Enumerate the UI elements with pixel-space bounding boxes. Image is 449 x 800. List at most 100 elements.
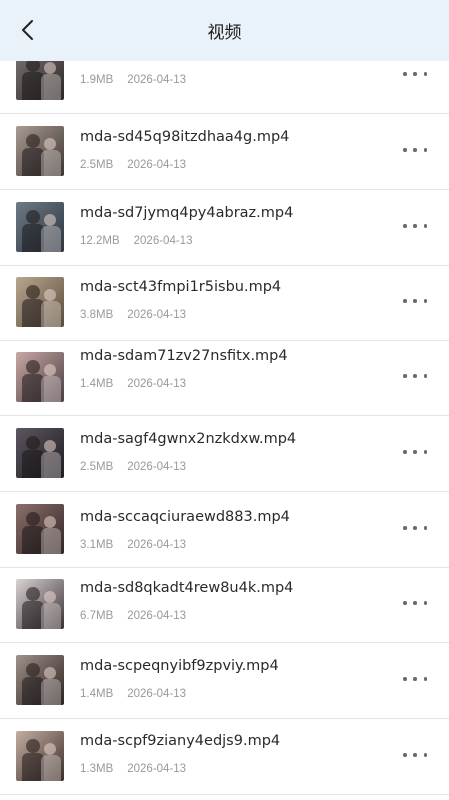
more-horizontal-icon [403, 753, 407, 757]
more-options-button[interactable] [403, 747, 427, 763]
file-size: 1.9MB [80, 74, 114, 86]
file-date: 2026-04-13 [127, 159, 187, 171]
more-horizontal-icon [403, 374, 407, 378]
more-horizontal-icon [413, 72, 417, 76]
more-horizontal-icon [423, 601, 427, 605]
file-meta: 1.4MB 2026-04-13 [80, 378, 186, 390]
file-row[interactable]: mda-scpeqnyibf9zpviy.mp4 1.4MB 2026-04-13 [0, 643, 449, 719]
file-size: 2.5MB [80, 461, 114, 473]
more-options-button[interactable] [403, 66, 427, 82]
file-meta: 1.3MB 2026-04-13 [80, 763, 186, 775]
more-options-button[interactable] [403, 595, 427, 611]
file-size: 1.3MB [80, 763, 114, 775]
file-size: 3.8MB [80, 309, 114, 321]
more-horizontal-icon [423, 753, 427, 757]
file-name: mda-sagf4gwnx2nzkdxw.mp4 [80, 431, 297, 447]
file-date: 2026-04-13 [127, 461, 187, 473]
video-thumbnail[interactable] [16, 202, 64, 252]
more-horizontal-icon [423, 299, 427, 303]
video-list-screen: mda-sd6fxttknug7ayfg.mp41.9MB2026-04-13m… [0, 0, 449, 800]
more-horizontal-icon [403, 148, 407, 152]
file-name: mda-sccaqciuraewd883.mp4 [80, 509, 290, 525]
more-options-button[interactable] [403, 142, 427, 158]
file-meta: 3.1MB 2026-04-13 [80, 539, 186, 551]
file-row[interactable]: mda-sd7jymq4py4abraz.mp4 12.2MB 2026-04-13 [0, 190, 449, 266]
more-horizontal-icon [413, 601, 417, 605]
more-horizontal-icon [423, 148, 427, 152]
file-row[interactable]: mda-sct43fmpi1r5isbu.mp4 3.8MB 2026-04-13 [0, 265, 449, 341]
file-size: 3.1MB [80, 539, 114, 551]
file-name: mda-sct43fmpi1r5isbu.mp4 [80, 279, 282, 295]
more-horizontal-icon [423, 526, 427, 530]
file-date: 2026-04-13 [127, 610, 187, 622]
file-row[interactable]: mda-sccaqciuraewd883.mp4 3.1MB 2026-04-13 [0, 492, 449, 568]
more-horizontal-icon [413, 753, 417, 757]
video-thumbnail[interactable] [16, 731, 64, 781]
file-row[interactable]: mda-sdam71zv27nsfitx.mp4 1.4MB 2026-04-13 [0, 340, 449, 416]
file-meta: 3.8MB 2026-04-13 [80, 309, 186, 321]
more-options-button[interactable] [403, 671, 427, 687]
video-thumbnail[interactable] [16, 126, 64, 176]
file-date: 2026-04-13 [127, 378, 187, 390]
more-horizontal-icon [423, 450, 427, 454]
file-date: 2026-04-13 [127, 309, 187, 321]
file-meta: 12.2MB 2026-04-13 [80, 235, 192, 247]
more-options-button[interactable] [403, 368, 427, 384]
more-horizontal-icon [413, 450, 417, 454]
more-options-button[interactable] [403, 293, 427, 309]
file-size: 1.4MB [80, 688, 114, 700]
file-meta: 1.4MB 2026-04-13 [80, 688, 186, 700]
file-meta: 2.5MB 2026-04-13 [80, 159, 186, 171]
file-name: mda-sd7jymq4py4abraz.mp4 [80, 205, 294, 221]
more-options-button[interactable] [403, 520, 427, 536]
file-name: mda-sd45q98itzdhaa4g.mp4 [80, 129, 290, 145]
more-horizontal-icon [423, 374, 427, 378]
video-thumbnail[interactable] [16, 352, 64, 402]
more-horizontal-icon [403, 224, 407, 228]
more-horizontal-icon [423, 72, 427, 76]
more-horizontal-icon [403, 299, 407, 303]
file-name: mda-scpf9ziany4edjs9.mp4 [80, 733, 281, 749]
file-date: 2026-04-13 [127, 74, 187, 86]
file-date: 2026-04-13 [127, 539, 187, 551]
file-size: 2.5MB [80, 159, 114, 171]
file-meta: 1.9MB 2026-04-13 [80, 74, 186, 86]
more-horizontal-icon [403, 677, 407, 681]
video-thumbnail[interactable] [16, 504, 64, 554]
more-horizontal-icon [403, 450, 407, 454]
video-thumbnail[interactable] [16, 428, 64, 478]
more-horizontal-icon [413, 677, 417, 681]
file-row[interactable]: mda-scpf9ziany4edjs9.mp4 1.3MB 2026-04-13 [0, 719, 449, 795]
more-horizontal-icon [403, 601, 407, 605]
top-nav-bar: 视频 [0, 0, 449, 61]
more-options-button[interactable] [403, 444, 427, 460]
file-row[interactable]: mda-sd45q98itzdhaa4g.mp4 2.5MB 2026-04-13 [0, 114, 449, 190]
more-horizontal-icon [413, 374, 417, 378]
file-date: 2026-04-13 [127, 688, 187, 700]
file-name: mda-sdam71zv27nsfitx.mp4 [80, 348, 288, 364]
more-horizontal-icon [413, 224, 417, 228]
file-row[interactable]: mda-sd8qkadt4rew8u4k.mp4 6.7MB 2026-04-13 [0, 567, 449, 643]
file-name: mda-scpeqnyibf9zpviy.mp4 [80, 658, 279, 674]
file-size: 1.4MB [80, 378, 114, 390]
more-horizontal-icon [403, 526, 407, 530]
more-horizontal-icon [413, 299, 417, 303]
file-size: 6.7MB [80, 610, 114, 622]
video-thumbnail[interactable] [16, 277, 64, 327]
more-options-button[interactable] [403, 218, 427, 234]
file-name: mda-sd8qkadt4rew8u4k.mp4 [80, 580, 294, 596]
more-horizontal-icon [423, 677, 427, 681]
video-thumbnail[interactable] [16, 579, 64, 629]
more-horizontal-icon [413, 148, 417, 152]
more-horizontal-icon [423, 224, 427, 228]
file-size: 12.2MB [80, 235, 120, 247]
page-title: 视频 [207, 23, 242, 43]
video-thumbnail[interactable] [16, 655, 64, 705]
more-horizontal-icon [403, 72, 407, 76]
file-date: 2026-04-13 [133, 235, 193, 247]
more-horizontal-icon [413, 526, 417, 530]
file-meta: 2.5MB 2026-04-13 [80, 461, 186, 473]
file-meta: 6.7MB 2026-04-13 [80, 610, 186, 622]
file-date: 2026-04-13 [127, 763, 187, 775]
file-row[interactable]: mda-sagf4gwnx2nzkdxw.mp4 2.5MB 2026-04-13 [0, 416, 449, 492]
